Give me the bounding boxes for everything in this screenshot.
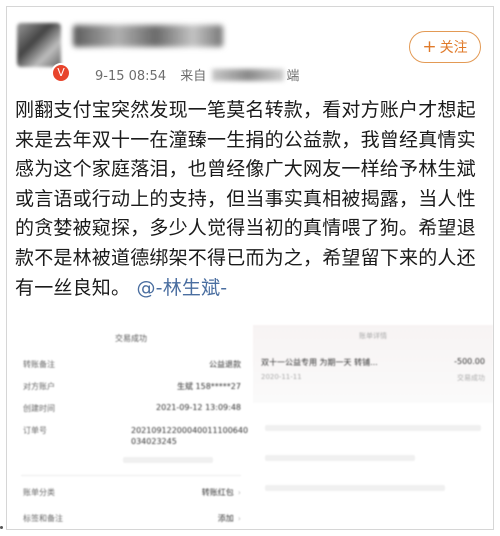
category-value: 转账红包 xyxy=(201,488,234,497)
source-suffix: 端 xyxy=(286,69,300,84)
source-blurred xyxy=(212,69,285,81)
bill-header: 账单详情 xyxy=(359,332,387,340)
bill-list-screenshot: 账单详情 双十一公益专用 为期一天 转铺... -500.00 2020-11-… xyxy=(253,325,493,529)
transfer-status-title: 交易成功 xyxy=(115,334,147,343)
row-label: 订单号 xyxy=(23,426,47,435)
row-value: 生斌 158*****27 xyxy=(177,382,241,391)
tag-value: 添加 xyxy=(217,514,234,523)
blurred-placeholder xyxy=(265,425,481,431)
bill-date: 2020-11-11 xyxy=(261,373,302,381)
row-value: 公益退款 xyxy=(209,360,241,369)
post-text: 刚翻支付宝突然发现一笔莫名转款，看对方账户才想起来是去年双十一在潼臻一生捐的公益… xyxy=(15,96,491,303)
post-body: 刚翻支付宝突然发现一笔莫名转款，看对方账户才想起来是去年双十一在潼臻一生捐的公益… xyxy=(15,99,476,299)
bill-sub: 2020-11-11 交易成功 xyxy=(261,373,485,382)
row-value: 2021-09-12 13:09:48 xyxy=(156,403,241,412)
post-header: V 9-15 08:54 来自 端 + 关注 xyxy=(7,7,493,93)
weibo-post-card: V 9-15 08:54 来自 端 + 关注 刚翻支付宝突然发现一笔莫名转款，看… xyxy=(6,6,494,530)
post-meta: 9-15 08:54 来自 端 xyxy=(95,65,299,84)
chevron-right-icon: › xyxy=(237,514,241,523)
transfer-detail-screenshot: 交易成功 转账备注 公益退款 对方账户 生斌 158*****27 创建时间 2… xyxy=(13,325,249,529)
divider xyxy=(21,475,241,476)
row-value: 20210912200040011100640034023245 xyxy=(131,426,249,446)
stray-dot xyxy=(0,526,3,529)
row-label: 账单分类 xyxy=(23,488,55,497)
bill-item[interactable]: 双十一公益专用 为期一天 转铺... -500.00 xyxy=(261,357,485,368)
avatar[interactable] xyxy=(17,23,61,67)
row-value: 转账红包 › xyxy=(202,487,241,498)
row-label: 转账备注 xyxy=(23,360,55,369)
username-blurred[interactable] xyxy=(73,25,223,47)
blurred-placeholder xyxy=(265,485,445,491)
blurred-placeholder xyxy=(265,455,415,461)
follow-label: 关注 xyxy=(439,40,468,56)
verified-badge-icon: V xyxy=(51,63,71,83)
follow-button[interactable]: + 关注 xyxy=(409,31,481,63)
mention-link[interactable]: @-林生斌- xyxy=(136,277,227,299)
bill-item-name: 双十一公益专用 为期一天 转铺... xyxy=(261,358,378,367)
chevron-right-icon: › xyxy=(237,488,241,497)
bill-status: 交易成功 xyxy=(457,374,485,382)
source-prefix: 来自 xyxy=(180,69,207,84)
plus-icon: + xyxy=(422,36,437,57)
row-label: 创建时间 xyxy=(23,404,55,413)
blurred-placeholder xyxy=(123,457,213,463)
row-label: 标签和备注 xyxy=(23,514,63,523)
row-label: 对方账户 xyxy=(23,382,55,391)
post-time: 9-15 08:54 xyxy=(95,69,167,84)
bill-amount: -500.00 xyxy=(454,357,485,366)
row-value: 添加 › xyxy=(218,513,241,524)
